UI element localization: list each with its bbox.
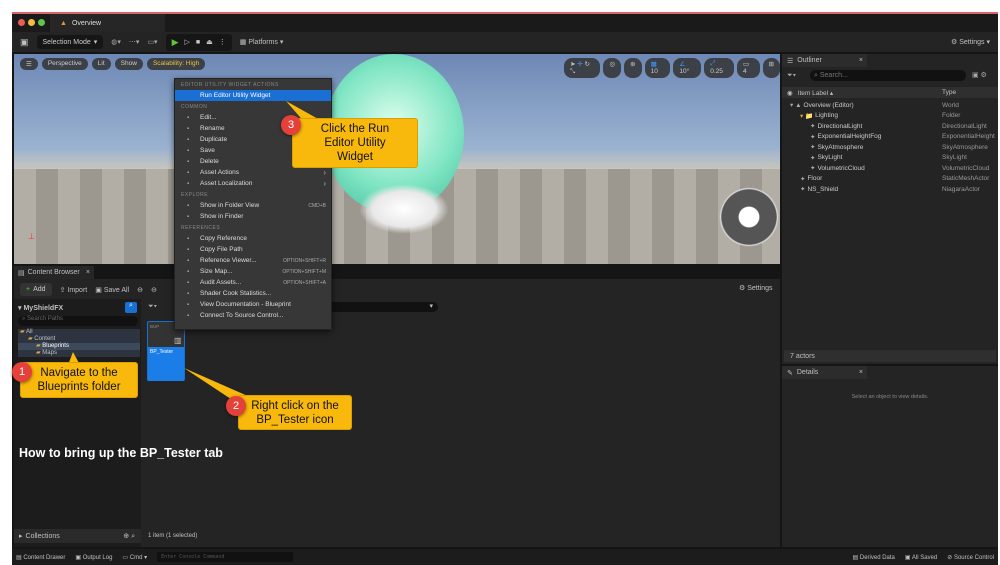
callout-2: Right click on the BP_Tester icon	[238, 395, 352, 430]
step-3-badge: 3	[281, 115, 301, 135]
callout-pointers	[68, 101, 320, 405]
tutorial-caption: How to bring up the BP_Tester tab	[19, 446, 223, 460]
callout-3: Click the Run Editor Utility Widget	[292, 118, 418, 168]
callout-1: Navigate to the Blueprints folder	[20, 362, 138, 398]
step-2-badge: 2	[226, 396, 246, 416]
step-1-badge: 1	[12, 362, 32, 382]
